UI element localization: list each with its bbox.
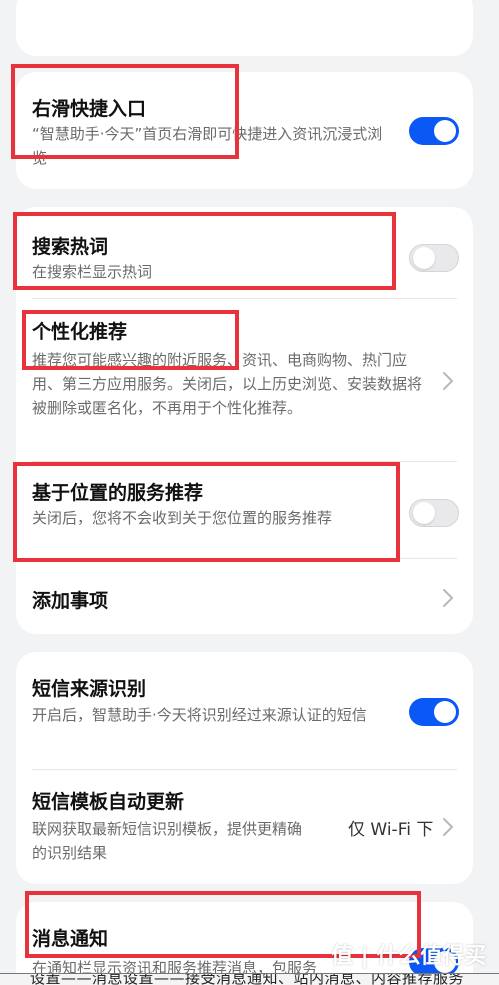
chevron-right-icon [443,818,453,836]
sms-template-desc: 联网获取最新短信识别模板，提供更精确的识别结果 [32,820,303,862]
annotation-box [13,212,396,290]
chevron-right-icon [443,589,453,607]
annotation-box [22,310,239,370]
caption-text: 设置——消息设置——接受消息通知、站内消息、内容推荐服务 [30,973,465,985]
previous-settings-group [16,0,473,56]
annotation-box [11,64,239,159]
sms-template-row[interactable]: 短信模板自动更新 联网获取最新短信识别模板，提供更精确的识别结果 仅 Wi-Fi… [16,770,473,884]
sms-template-value: 仅 Wi-Fi 下 [348,820,434,840]
sms-group: 短信来源识别 开启后，智慧助手·今天将识别经过来源认证的短信 短信模板自动更新 … [16,652,473,884]
sms-template-title: 短信模板自动更新 [32,791,185,813]
sms-source-title: 短信来源识别 [32,678,147,700]
annotation-box [13,462,400,562]
add-item-title: 添加事项 [32,590,109,612]
sms-source-desc: 开启后，智慧助手·今天将识别经过来源认证的短信 [32,706,367,724]
add-item-row[interactable]: 添加事项 [16,559,473,634]
caption-strip: 设置——消息设置——接受消息通知、站内消息、内容推荐服务 [0,973,499,985]
swipe-entry-toggle[interactable] [409,117,459,145]
watermark: 值 | 什么值得买 [331,944,487,969]
settings-page: 设置 右滑快捷入口 “智慧助手·今天”首页右滑即可快捷进入资讯沉浸式浏览 搜索热… [0,0,499,985]
location-recommend-toggle[interactable] [409,499,459,527]
hot-words-toggle[interactable] [409,244,459,272]
sms-source-toggle[interactable] [409,698,459,726]
sms-source-row[interactable]: 短信来源识别 开启后，智慧助手·今天将识别经过来源认证的短信 [16,652,473,768]
chevron-right-icon [443,372,453,390]
